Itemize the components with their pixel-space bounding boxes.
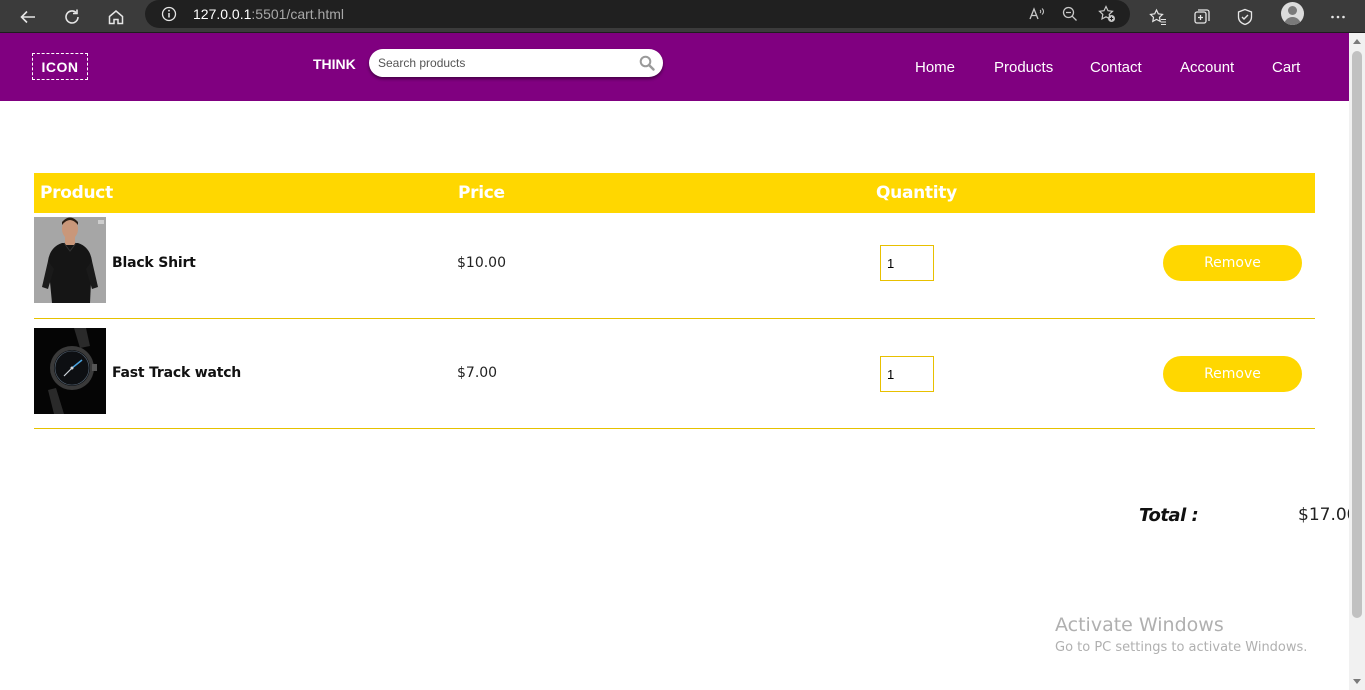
nav-home[interactable]: Home: [915, 59, 955, 76]
home-icon[interactable]: [100, 1, 132, 33]
cart-row: Black Shirt $10.00 Remove: [34, 209, 1315, 319]
product-name: Black Shirt: [112, 255, 196, 271]
site-info-icon[interactable]: [159, 4, 179, 24]
search-input[interactable]: [378, 53, 628, 73]
read-aloud-icon[interactable]: [1025, 2, 1049, 26]
nav-contact[interactable]: Contact: [1090, 59, 1142, 76]
remove-button[interactable]: Remove: [1163, 245, 1302, 281]
site-header: ICON THINK Home Products Contact Account…: [0, 33, 1349, 101]
nav-products[interactable]: Products: [994, 59, 1053, 76]
total-label: Total :: [1139, 505, 1199, 526]
column-header-price: Price: [458, 183, 505, 203]
cart-table-header: Product Price Quantity: [34, 173, 1315, 213]
url-host: 127.0.0.1: [193, 6, 252, 22]
scrollbar-thumb[interactable]: [1352, 51, 1362, 618]
watermark-subtitle: Go to PC settings to activate Windows.: [1055, 640, 1308, 655]
favorites-icon[interactable]: [1142, 1, 1174, 33]
more-menu-icon[interactable]: [1322, 1, 1354, 33]
page-scrollbar[interactable]: [1349, 33, 1365, 690]
remove-button[interactable]: Remove: [1163, 356, 1302, 392]
column-header-quantity: Quantity: [876, 183, 957, 203]
product-price: $7.00: [457, 365, 498, 381]
scroll-down-icon[interactable]: [1353, 679, 1361, 684]
activate-windows-watermark: Activate Windows Go to PC settings to ac…: [1055, 614, 1307, 655]
quantity-input[interactable]: [880, 356, 934, 392]
url-path: :5501/cart.html: [251, 6, 344, 22]
logo[interactable]: ICON: [32, 53, 88, 80]
collections-icon[interactable]: [1186, 1, 1218, 33]
reload-icon[interactable]: [56, 1, 88, 33]
watermark-title: Activate Windows: [1055, 614, 1224, 636]
profile-avatar-icon[interactable]: [1281, 2, 1304, 25]
watch-image: [34, 328, 106, 414]
address-bar[interactable]: 127.0.0.1:5501/cart.html: [145, 0, 1130, 28]
add-favorite-icon[interactable]: [1095, 2, 1119, 26]
column-header-product: Product: [40, 183, 113, 203]
product-price: $10.00: [457, 255, 506, 271]
search-box: [369, 49, 663, 77]
scroll-up-icon[interactable]: [1353, 39, 1361, 44]
brand-name: THINK: [313, 56, 356, 72]
zoom-out-icon[interactable]: [1058, 2, 1082, 26]
back-icon[interactable]: [12, 1, 44, 33]
browser-toolbar: 127.0.0.1:5501/cart.html: [0, 0, 1365, 33]
nav-cart[interactable]: Cart: [1272, 59, 1300, 76]
cart-row: Fast Track watch $7.00 Remove: [34, 319, 1315, 429]
url-text: 127.0.0.1:5501/cart.html: [193, 6, 344, 22]
nav-account[interactable]: Account: [1180, 59, 1234, 76]
search-icon[interactable]: [639, 55, 655, 71]
product-name: Fast Track watch: [112, 365, 242, 381]
quantity-input[interactable]: [880, 245, 934, 281]
black-shirt-image: [34, 217, 106, 303]
browser-essentials-icon[interactable]: [1229, 1, 1261, 33]
